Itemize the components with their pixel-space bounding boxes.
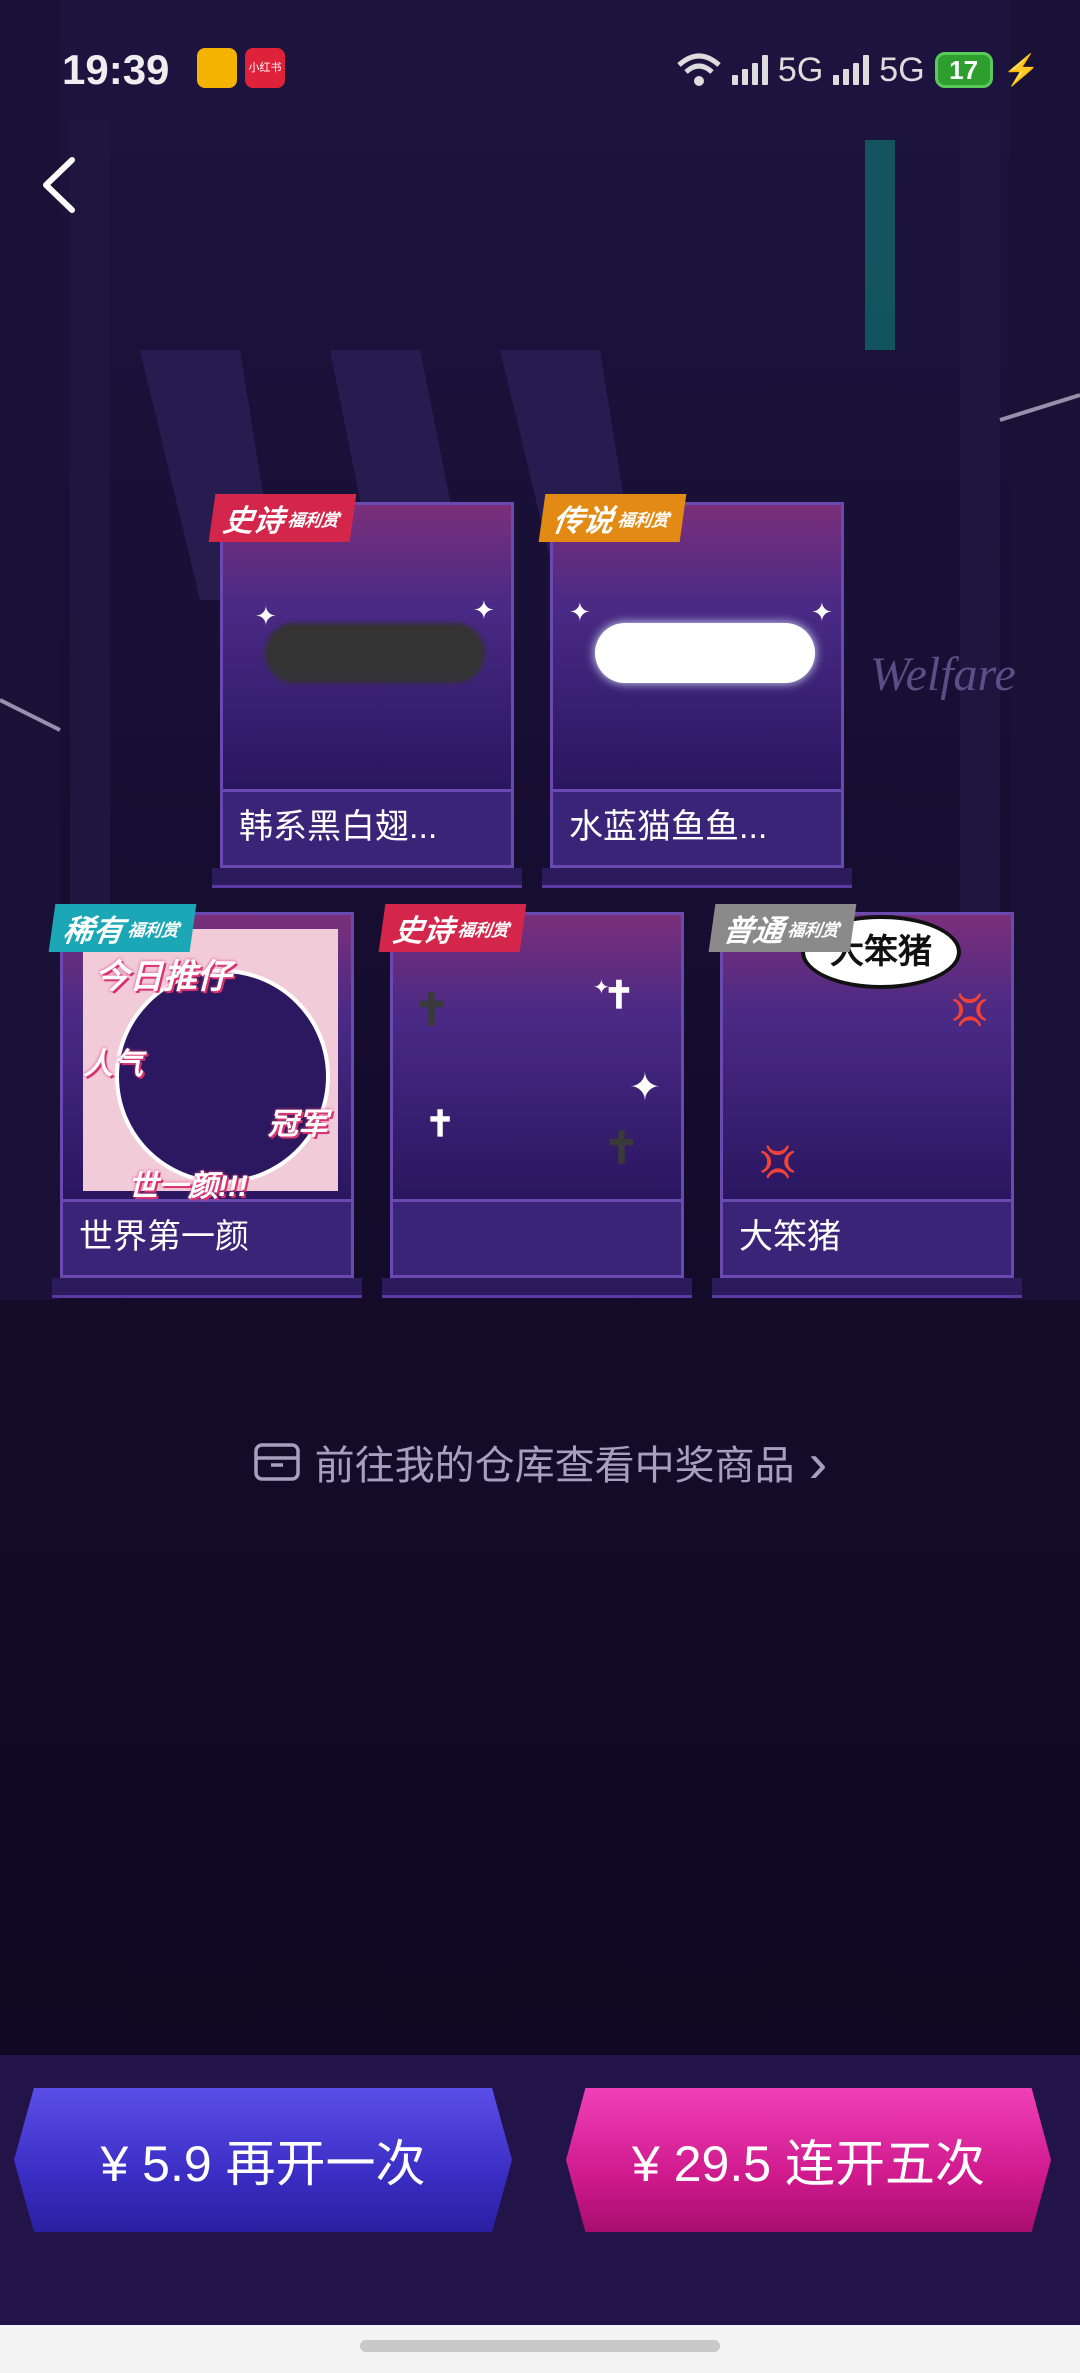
xiaohongshu-icon: 小红书 (245, 48, 285, 88)
prize-card-4[interactable]: ✝ ✝ ✝ ✝ ✦ ✦ 史诗 福利赏 (378, 904, 692, 1308)
cross-icon: ✝ (413, 986, 450, 1035)
background-welfare-text: Welfare (870, 648, 1016, 701)
sparkle-icon: ✦ (473, 595, 495, 625)
prize-image: ✦ ✦ (220, 502, 514, 792)
prize-image: 大笨猪 💢 💢 (720, 912, 1014, 1202)
prize-item-dark-wing (265, 623, 485, 683)
sparkle-icon: ✦ (811, 597, 833, 627)
rarity-tag-rare: 稀有 福利赏 (48, 904, 197, 952)
avatar-frame-item: 今日推仔 人气 冠军 世一颜!!! (83, 929, 338, 1203)
cross-icon: ✝ (425, 1103, 456, 1144)
network-type-1: 5G (777, 50, 824, 89)
network-type-2: 5G (879, 50, 925, 89)
prize-name (390, 1202, 684, 1278)
rarity-tag-common: 普通 福利赏 (708, 904, 857, 952)
cross-icon: ✝ (603, 1124, 640, 1173)
signal-icon-1 (731, 55, 768, 85)
home-indicator[interactable] (360, 2340, 720, 2352)
prize-name: 水蓝猫鱼鱼... (550, 792, 844, 868)
open-once-button[interactable]: ¥ 5.9 再开一次 (14, 2088, 512, 2232)
wifi-icon (677, 53, 721, 86)
prize-image: ✦ ✦ (550, 502, 844, 792)
prize-image: 今日推仔 人气 冠军 世一颜!!! (60, 912, 354, 1203)
prize-card-3[interactable]: 今日推仔 人气 冠军 世一颜!!! 稀有 福利赏 世界第一颜 (48, 904, 362, 1308)
rarity-tag-epic: 史诗 福利赏 (378, 904, 527, 952)
prize-image: ✝ ✝ ✝ ✝ ✦ ✦ (390, 912, 684, 1202)
weibo-icon (197, 48, 237, 88)
prize-name: 世界第一颜 (60, 1202, 354, 1278)
back-button[interactable] (28, 150, 88, 220)
open-five-button[interactable]: ¥ 29.5 连开五次 (566, 2088, 1051, 2232)
box-icon (253, 1443, 300, 1481)
prize-card-5[interactable]: 大笨猪 💢 💢 普通 福利赏 大笨猪 (708, 904, 1022, 1308)
prize-card-1[interactable]: ✦ ✦ 史诗 福利赏 韩系黑白翅... (208, 494, 522, 898)
sparkle-icon: ✦ (569, 597, 591, 627)
rarity-tag-epic: 史诗 福利赏 (208, 494, 357, 542)
anger-icon: 💢 (759, 1146, 797, 1179)
sparkle-icon: ✦ (255, 601, 277, 631)
signal-icon-2 (833, 55, 870, 85)
status-bar: 19:39 小红书 5G 5G 17 ⚡ (0, 0, 1080, 140)
chevron-right-icon: › (808, 1430, 828, 1494)
battery-icon: 17 (934, 52, 993, 88)
anger-icon: 💢 (951, 994, 989, 1027)
status-time: 19:39 (62, 46, 170, 93)
prize-item-blue-fish (595, 623, 815, 683)
warehouse-link-text: 前往我的仓库查看中奖商品 (314, 1444, 795, 1488)
status-right: 5G 5G 17 ⚡ (676, 48, 1040, 92)
warehouse-link[interactable]: 前往我的仓库查看中奖商品 › (0, 1430, 1080, 1494)
prize-card-2[interactable]: ✦ ✦ 传说 福利赏 水蓝猫鱼鱼... (538, 494, 852, 898)
sparkle-icon: ✦ (629, 1067, 661, 1109)
prize-name: 韩系黑白翅... (220, 792, 514, 868)
sparkle-icon: ✦ (593, 977, 610, 999)
prize-name: 大笨猪 (720, 1202, 1014, 1278)
charging-icon: ⚡ (1002, 53, 1040, 87)
rarity-tag-legend: 传说 福利赏 (538, 494, 687, 542)
